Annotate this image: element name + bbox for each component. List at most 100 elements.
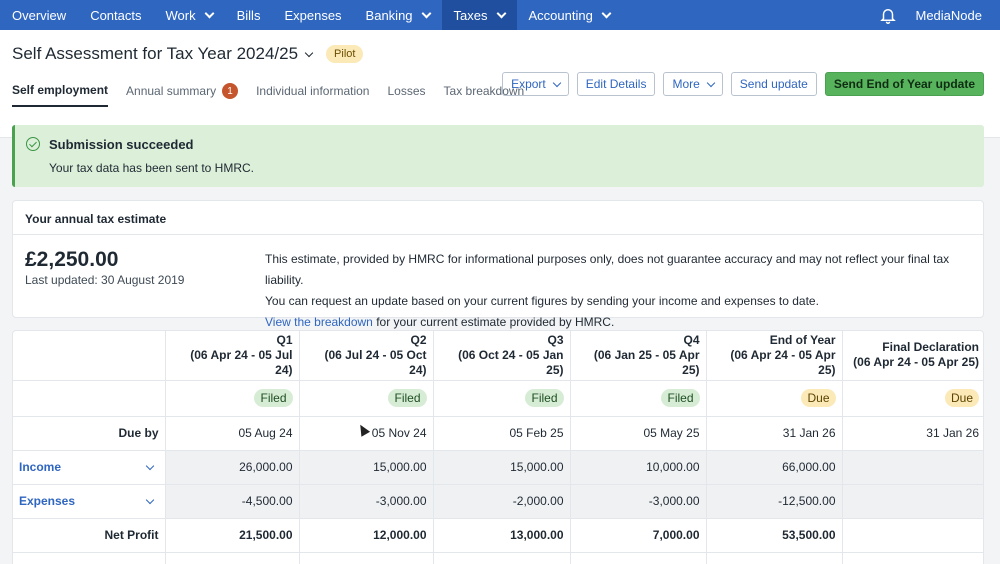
due-date-cell: 05 Aug 24 [165,416,300,451]
chevron-down-icon [496,8,506,18]
status-cell: Filed [165,380,300,417]
status-cell: Due [842,380,983,417]
column-header-q1: Q1 (06 Apr 24 - 05 Jul 24) [165,331,300,381]
page-title: Self Assessment for Tax Year 2024/25 [12,44,299,63]
income-row: Income 26,000.00 15,000.00 15,000.00 10,… [13,450,983,485]
value-cell: -3,000.00 [299,484,434,519]
status-cell: Filed [299,380,434,417]
due-date-cell: 31 Jan 26 [842,416,983,451]
nav-item-work[interactable]: Work [154,0,225,30]
column-header-q4: Q4 (06 Jan 25 - 05 Apr 25) [570,331,707,381]
column-range: (06 Oct 24 - 05 Jan 25) [458,347,564,377]
nav-item-banking[interactable]: Banking [354,0,442,30]
column-range: (06 Apr 24 - 05 Apr 25) [853,355,979,370]
empty-cell [433,552,571,564]
estimate-amount: £2,250.00 [25,248,119,271]
value-cell [842,518,983,553]
tab-tax-breakdown[interactable]: Tax breakdown [444,83,525,107]
empty-cell [842,552,983,564]
expenses-row-toggle[interactable]: Expenses [13,484,166,519]
chevron-down-icon [145,461,154,470]
edit-details-button[interactable]: Edit Details [576,72,656,96]
nav-label: Banking [365,7,413,23]
nav-item-taxes[interactable]: Taxes [441,0,517,30]
due-date-cell: 31 Jan 26 [706,416,843,451]
header-blank [13,331,166,381]
banner-text: Your tax data has been sent to HMRC. [49,161,255,175]
org-switcher[interactable]: MediaNode [916,8,983,23]
column-name: Q1 [276,332,293,347]
send-update-button[interactable]: Send update [730,72,817,96]
button-label: Send update [739,77,808,91]
estimate-line-3-text: for your current estimate provided by HM… [372,315,615,329]
nav-label: Expenses [284,7,342,23]
status-badge: Filed [525,389,564,407]
nav-item-overview[interactable]: Overview [0,0,78,30]
empty-cell [165,552,300,564]
status-cell: Filed [570,380,707,417]
status-cell: Filed [433,380,571,417]
row-label: Expenses [19,494,76,508]
column-header-q2: Q2 (06 Jul 24 - 05 Oct 24) [299,331,434,381]
top-nav: Overview Contacts Work Bills Expenses Ba… [0,0,1000,30]
column-range: (06 Apr 24 - 05 Jul 24) [190,347,293,377]
value-cell [842,484,983,519]
bell-icon[interactable] [878,5,898,25]
column-range: (06 Apr 24 - 05 Apr 25) [730,347,836,377]
chevron-down-icon [145,495,154,504]
column-header-final-declaration: Final Declaration (06 Apr 24 - 05 Apr 25) [842,331,983,381]
status-label-blank [13,380,166,417]
send-eoy-update-button[interactable]: Send End of Year update [824,72,984,96]
nav-item-accounting[interactable]: Accounting [517,0,622,30]
row-label: Due by [13,416,166,451]
value-cell: 21,500.00 [165,518,300,553]
estimate-heading: Your annual tax estimate [13,201,983,235]
status-badge: Due [944,389,979,407]
income-row-toggle[interactable]: Income [13,450,166,485]
empty-cell [299,552,434,564]
chevron-down-icon [421,8,431,18]
empty-cell [706,552,843,564]
value-cell: 66,000.00 [706,450,843,485]
tab-annual-summary[interactable]: Annual summary 1 [126,83,239,107]
value-cell: 15,000.00 [433,450,571,485]
nav-item-expenses[interactable]: Expenses [272,0,353,30]
value-cell: 26,000.00 [165,450,300,485]
table-header-row: Q1 (06 Apr 24 - 05 Jul 24) Q2 (06 Jul 24 -… [13,331,983,381]
chevron-down-icon[interactable] [304,48,314,57]
status-cell: Due [706,380,843,417]
header-actions: Export Edit Details More Send update Sen… [502,72,984,96]
nav-item-contacts[interactable]: Contacts [78,0,153,30]
tab-label: Self employment [12,83,109,97]
periods-table: Q1 (06 Apr 24 - 05 Jul 24) Q2 (06 Jul 24 -… [12,330,984,564]
check-circle-icon [26,137,40,151]
column-range: (06 Jan 25 - 05 Apr 25) [593,347,700,377]
status-row: Filed Filed Filed Filed Due Due [13,380,983,417]
nav-label: Work [165,7,196,23]
chevron-down-icon [601,8,612,18]
tab-losses[interactable]: Losses [387,83,425,107]
column-name: Final Declaration [882,340,979,355]
tab-self-employment[interactable]: Self employment [12,83,109,107]
tax-estimate-card: Your annual tax estimate £2,250.00 Last … [12,200,984,329]
view-breakdown-link[interactable]: View the breakdown [265,315,373,329]
pilot-badge: Pilot [326,45,364,63]
success-banner: Submission succeeded Your tax data has b… [12,125,984,187]
more-button[interactable]: More [663,72,723,96]
nav-label: Accounting [528,7,593,23]
column-name: End of Year [769,332,836,347]
estimate-line-2: You can request an update based on your … [265,294,819,308]
column-name: Q3 [547,332,564,347]
empty-cell [570,552,707,564]
estimate-updated: Last updated: 30 August 2019 [25,273,185,287]
column-name: Q2 [410,332,427,347]
expenses-row: Expenses -4,500.00 -3,000.00 -2,000.00 -… [13,484,983,519]
tab-individual-information[interactable]: Individual information [256,83,369,107]
button-label: Edit Details [585,77,647,91]
nav-label: Bills [236,7,261,23]
nav-item-bills[interactable]: Bills [225,0,273,30]
count-badge: 1 [222,83,239,99]
org-name: MediaNode [915,7,983,23]
table-row [13,552,983,564]
value-cell: 12,000.00 [299,518,434,553]
